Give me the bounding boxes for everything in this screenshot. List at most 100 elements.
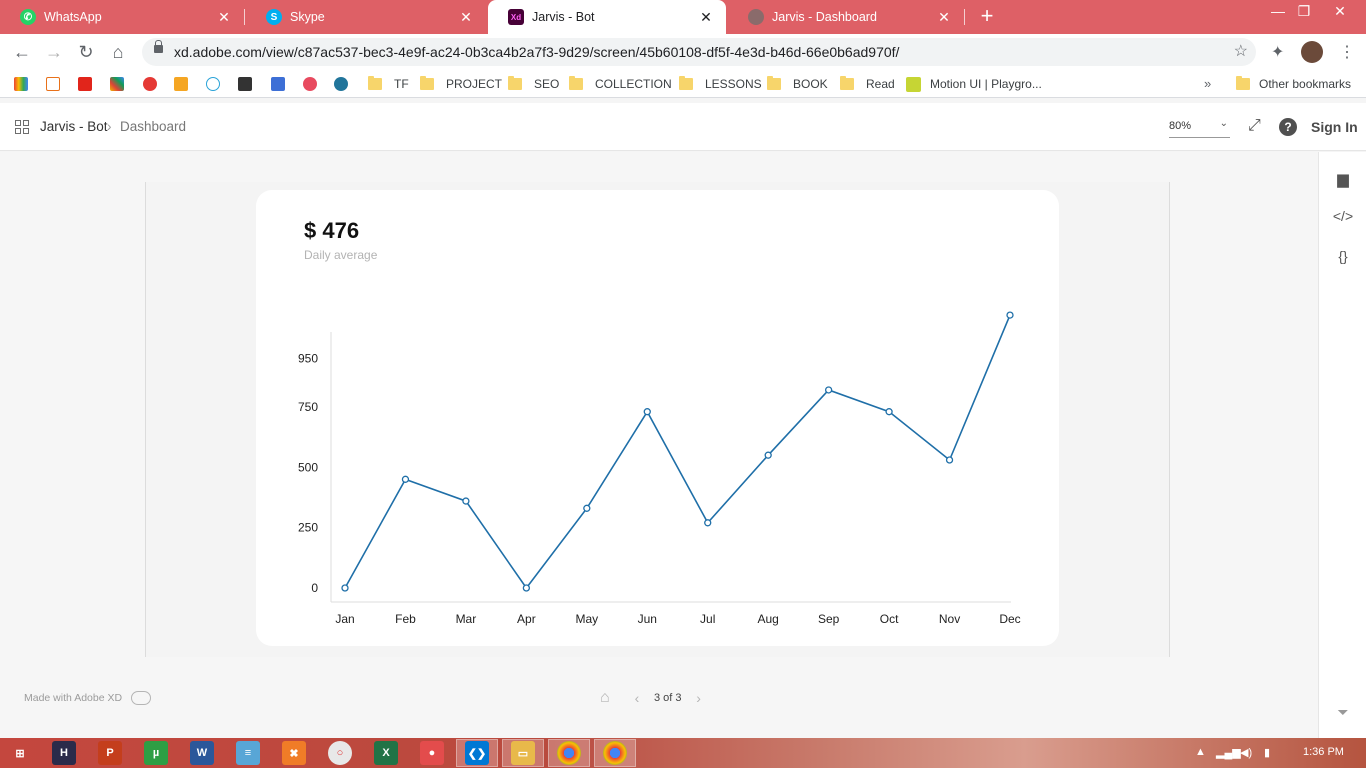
recorder-icon[interactable]: ●	[420, 741, 444, 765]
bookmark-folder[interactable]: SEO	[508, 76, 559, 92]
data-point	[885, 408, 893, 416]
home-icon[interactable]: ⌂	[600, 689, 620, 707]
sign-in-button[interactable]: Sign In	[1311, 119, 1358, 135]
volume-icon[interactable]: ◀)	[1240, 746, 1252, 759]
folder-label: PROJECT	[446, 77, 503, 91]
word-icon[interactable]: W	[190, 741, 214, 765]
ui-icon[interactable]	[206, 77, 220, 91]
data-point	[401, 475, 410, 483]
back-arrow-icon[interactable]: ←	[10, 40, 34, 64]
forward-arrow-icon[interactable]: →	[42, 40, 66, 64]
xampp-icon[interactable]: ✖	[282, 741, 306, 765]
x-tick-label: Dec	[999, 612, 1020, 626]
zoom-select[interactable]: 80% ⌄	[1169, 118, 1230, 138]
tab-label: Skype	[290, 10, 325, 24]
page-navigator: ⌂ ‹ 3 of 3 ›	[600, 688, 716, 708]
notepad-icon[interactable]: ≡	[236, 741, 260, 765]
y-tick-label: 250	[298, 521, 318, 535]
h-app-icon[interactable]: H	[52, 741, 76, 765]
fullscreen-icon[interactable]: ⤢	[1248, 117, 1261, 135]
series-line	[344, 314, 1011, 590]
m-bookmark-icon[interactable]	[46, 77, 60, 91]
lock-icon	[154, 40, 163, 53]
specs-braces-icon[interactable]: {}	[1319, 248, 1366, 264]
filter-icon[interactable]: ⏷	[1319, 704, 1366, 721]
bookmark-folder[interactable]: PROJECT	[420, 76, 502, 92]
gmail-icon[interactable]	[14, 77, 28, 91]
tray-chevron-icon[interactable]: ▲	[1195, 746, 1206, 758]
page-indicator: 3 of 3	[654, 692, 682, 704]
prototype-canvas: $ 476 Daily average 0 250 500 750 950 Jan Feb M…	[0, 152, 1318, 738]
tab-whatsapp[interactable]: ✆ WhatsApp ✕	[0, 0, 244, 34]
tab-skype[interactable]: S Skype ✕	[246, 0, 486, 34]
y-tick-label: 950	[298, 352, 318, 366]
other-bookmarks-folder[interactable]: Other bookmarks	[1236, 76, 1351, 92]
bookmark-link-label: Motion UI | Playgro...	[930, 77, 1042, 91]
chrome-icon[interactable]	[603, 741, 627, 765]
tab-jarvis-dashboard[interactable]: Jarvis - Dashboard ✕	[728, 0, 964, 34]
tab-divider	[244, 9, 245, 25]
data-point	[462, 497, 470, 505]
bookmark-folder[interactable]: BOOK	[767, 76, 828, 92]
home-icon[interactable]: ⌂	[106, 40, 130, 64]
previous-page-icon[interactable]: ‹	[630, 690, 644, 706]
chess-icon[interactable]	[238, 77, 252, 91]
y-tick-label: 0	[311, 581, 318, 595]
app-circle-icon[interactable]: ○	[328, 741, 352, 765]
folder-label: BOOK	[793, 77, 828, 91]
help-icon[interactable]: ?	[1279, 118, 1297, 136]
windows-start-icon[interactable]: ⊞	[8, 741, 32, 765]
bookmark-link[interactable]: Motion UI | Playgro...	[906, 76, 1042, 92]
stripes-icon[interactable]	[271, 77, 285, 91]
dashboard-icon	[748, 9, 764, 25]
network-icon[interactable]: ▂▄▆	[1216, 746, 1241, 759]
close-icon[interactable]: ✕	[698, 9, 714, 26]
x-tick-label: Oct	[880, 612, 899, 626]
folder-icon	[569, 76, 583, 90]
close-icon[interactable]: ✕	[216, 9, 232, 26]
restore-icon[interactable]: ❐	[1288, 0, 1320, 30]
reload-icon[interactable]: ↻	[74, 40, 98, 64]
bookmark-folder[interactable]: LESSONS	[679, 76, 762, 92]
grid-view-icon[interactable]	[15, 120, 29, 134]
menu-kebab-icon[interactable]: ⋮	[1339, 42, 1355, 62]
x-tick-label: May	[575, 612, 598, 626]
folder-label: LESSONS	[705, 77, 762, 91]
powerpoint-icon[interactable]: P	[98, 741, 122, 765]
chrome-icon[interactable]	[557, 741, 581, 765]
sg-icon[interactable]	[174, 77, 188, 91]
stats-card: $ 476 Daily average 0 250 500 750 950 Jan Feb M…	[256, 190, 1059, 646]
heart-icon[interactable]	[303, 77, 317, 91]
breadcrumb-project[interactable]: Jarvis - Bot	[40, 119, 108, 134]
window-close-icon[interactable]: ✕	[1324, 0, 1356, 30]
x-tick-label: Jan	[335, 612, 354, 626]
new-tab-button[interactable]: +	[976, 5, 998, 28]
extensions-puzzle-icon[interactable]: ✦	[1271, 42, 1284, 62]
bookmark-folder[interactable]: TF	[368, 76, 409, 92]
close-icon[interactable]: ✕	[936, 9, 952, 26]
colorful-app-icon[interactable]	[110, 77, 124, 91]
close-icon[interactable]: ✕	[458, 9, 474, 26]
wordpress-icon[interactable]	[334, 77, 348, 91]
tab-jarvis-bot[interactable]: Xd Jarvis - Bot ✕	[488, 0, 726, 34]
excel-icon[interactable]: X	[374, 741, 398, 765]
vscode-icon[interactable]: ❮❯	[465, 741, 489, 765]
avatar[interactable]	[1301, 41, 1323, 63]
code-icon[interactable]: </>	[1319, 208, 1366, 224]
opera-icon[interactable]	[143, 77, 157, 91]
bookmark-folder[interactable]: COLLECTION	[569, 76, 672, 92]
file-explorer-icon[interactable]: ▭	[511, 741, 535, 765]
utorrent-icon[interactable]: µ	[144, 741, 168, 765]
comment-icon[interactable]: ▆	[1319, 170, 1366, 188]
address-bar[interactable]: xd.adobe.com/view/c87ac537-bec3-4e9f-ac2…	[142, 38, 1256, 66]
more-bookmarks-chevron-icon[interactable]: »	[1204, 76, 1211, 91]
bookmark-folder[interactable]: Read	[840, 76, 895, 92]
battery-icon[interactable]: ▮	[1264, 746, 1270, 759]
adobe-icon[interactable]	[78, 77, 92, 91]
bookmark-star-icon[interactable]: ☆	[1234, 41, 1248, 61]
folder-icon	[767, 76, 781, 90]
taskbar-clock[interactable]: 1:36 PM	[1303, 746, 1344, 758]
tab-label: Jarvis - Dashboard	[772, 10, 877, 24]
next-page-icon[interactable]: ›	[692, 690, 706, 706]
data-point	[643, 408, 651, 416]
